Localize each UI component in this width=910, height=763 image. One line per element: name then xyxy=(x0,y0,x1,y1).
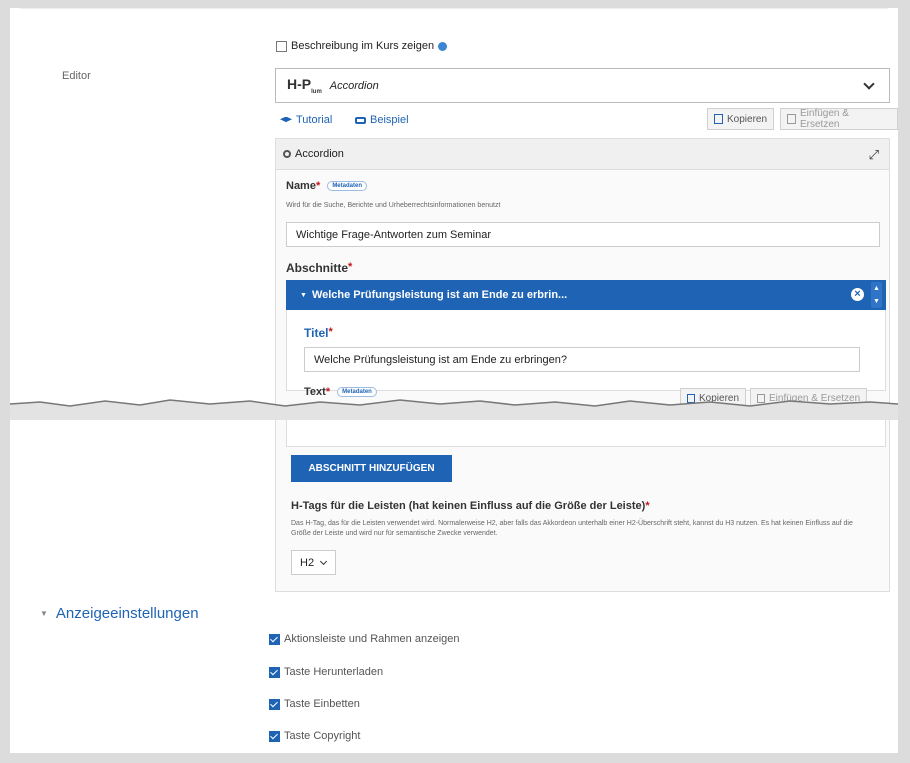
section-item-header[interactable]: ▼ Welche Prüfungsleistung ist am Ende zu… xyxy=(286,280,886,310)
editor-label: Editor xyxy=(62,70,91,82)
binoculars-icon xyxy=(355,116,366,124)
option-label: Taste Herunterladen xyxy=(284,666,384,678)
library-selector[interactable]: H-Plum Accordion xyxy=(275,68,890,103)
paste-label: Einfügen & Ersetzen xyxy=(799,108,849,130)
add-section-button[interactable]: ABSCHNITT HINZUFÜGEN xyxy=(291,455,452,482)
chevron-down-icon xyxy=(863,78,875,90)
htag-select-value: H2 xyxy=(300,556,315,569)
tutorial-link[interactable]: Tutorial xyxy=(280,114,332,126)
help-icon[interactable] xyxy=(438,41,448,51)
checkbox-icon xyxy=(269,666,280,678)
htag-select[interactable]: H2 xyxy=(291,550,336,575)
checkbox-icon xyxy=(269,730,280,742)
checkbox-icon xyxy=(269,633,280,645)
reorder-icon[interactable]: ▲ ▼ xyxy=(871,282,882,308)
copy-button[interactable]: Kopieren xyxy=(707,108,775,130)
htag-label: H-Tags für die Leisten (hat keinen Einfl… xyxy=(291,500,650,512)
option-download[interactable]: Taste Herunterladen xyxy=(269,666,383,678)
name-input[interactable]: Wichtige Frage-Antworten zum Seminar xyxy=(286,222,880,247)
text-editor-bottom xyxy=(286,420,886,447)
option-action-bar[interactable]: Aktionsleiste und Rahmen anzeigen xyxy=(269,633,460,645)
sections-label-text: Abschnitte xyxy=(286,261,349,275)
option-copyright[interactable]: Taste Copyright xyxy=(269,730,360,742)
paste-replace-button[interactable]: Einfügen & Ersetzen xyxy=(780,108,898,130)
display-settings-title: Anzeigeeinstellungen xyxy=(55,605,199,622)
show-description-label: Beschreibung im Kurs zeigen xyxy=(291,40,435,52)
title-field-label: Titel* xyxy=(304,326,333,340)
remove-icon[interactable]: × xyxy=(851,288,864,301)
graduation-cap-icon xyxy=(280,116,292,123)
sections-label: Abschnitte* xyxy=(286,261,353,275)
example-label: Beispiel xyxy=(370,114,409,126)
htag-label-text: H-Tags für die Leisten (hat keinen Einfl… xyxy=(291,500,646,512)
option-label: Taste Einbetten xyxy=(284,698,360,710)
caret-down-icon: ▼ xyxy=(40,609,48,618)
checkbox-icon xyxy=(276,40,287,52)
title-label-text: Titel xyxy=(304,326,329,340)
library-name: Accordion xyxy=(329,79,379,92)
name-field-description: Wird für die Suche, Berichte und Urheber… xyxy=(286,202,501,209)
gear-icon xyxy=(283,150,291,158)
show-description-checkbox[interactable]: Beschreibung im Kurs zeigen xyxy=(276,40,448,52)
metadata-button[interactable]: Metadaten xyxy=(327,181,367,192)
option-label: Taste Copyright xyxy=(284,730,361,742)
torn-edge-divider xyxy=(10,399,898,420)
panel-title: Accordion xyxy=(295,148,344,160)
display-settings-toggle[interactable]: ▼ Anzeigeeinstellungen xyxy=(40,605,199,622)
section-item-title: Welche Prüfungsleistung ist am Ende zu e… xyxy=(311,289,568,301)
tutorial-label: Tutorial xyxy=(296,114,333,126)
expand-icon[interactable]: ⤢ xyxy=(869,147,879,163)
page: Beschreibung im Kurs zeigen Editor H-Plu… xyxy=(10,8,898,753)
checkbox-icon xyxy=(269,698,280,710)
panel-header: Accordion ⤢ xyxy=(276,139,889,170)
h5p-logo: H-Plum xyxy=(287,76,322,95)
example-link[interactable]: Beispiel xyxy=(355,114,409,126)
name-field-label: Name* Metadaten xyxy=(286,180,367,192)
clipboard-icon xyxy=(787,114,796,124)
option-embed[interactable]: Taste Einbetten xyxy=(269,698,360,710)
htag-description: Das H-Tag, das für die Leisten verwendet… xyxy=(291,520,853,537)
chevron-down-icon xyxy=(320,557,328,565)
name-label-text: Name xyxy=(286,180,316,192)
copy-icon xyxy=(714,114,723,124)
copy-label: Kopieren xyxy=(727,113,768,125)
caret-down-icon: ▼ xyxy=(300,291,307,299)
title-input[interactable]: Welche Prüfungsleistung ist am Ende zu e… xyxy=(304,347,860,372)
top-edge xyxy=(20,8,888,13)
option-label: Aktionsleiste und Rahmen anzeigen xyxy=(284,633,460,645)
